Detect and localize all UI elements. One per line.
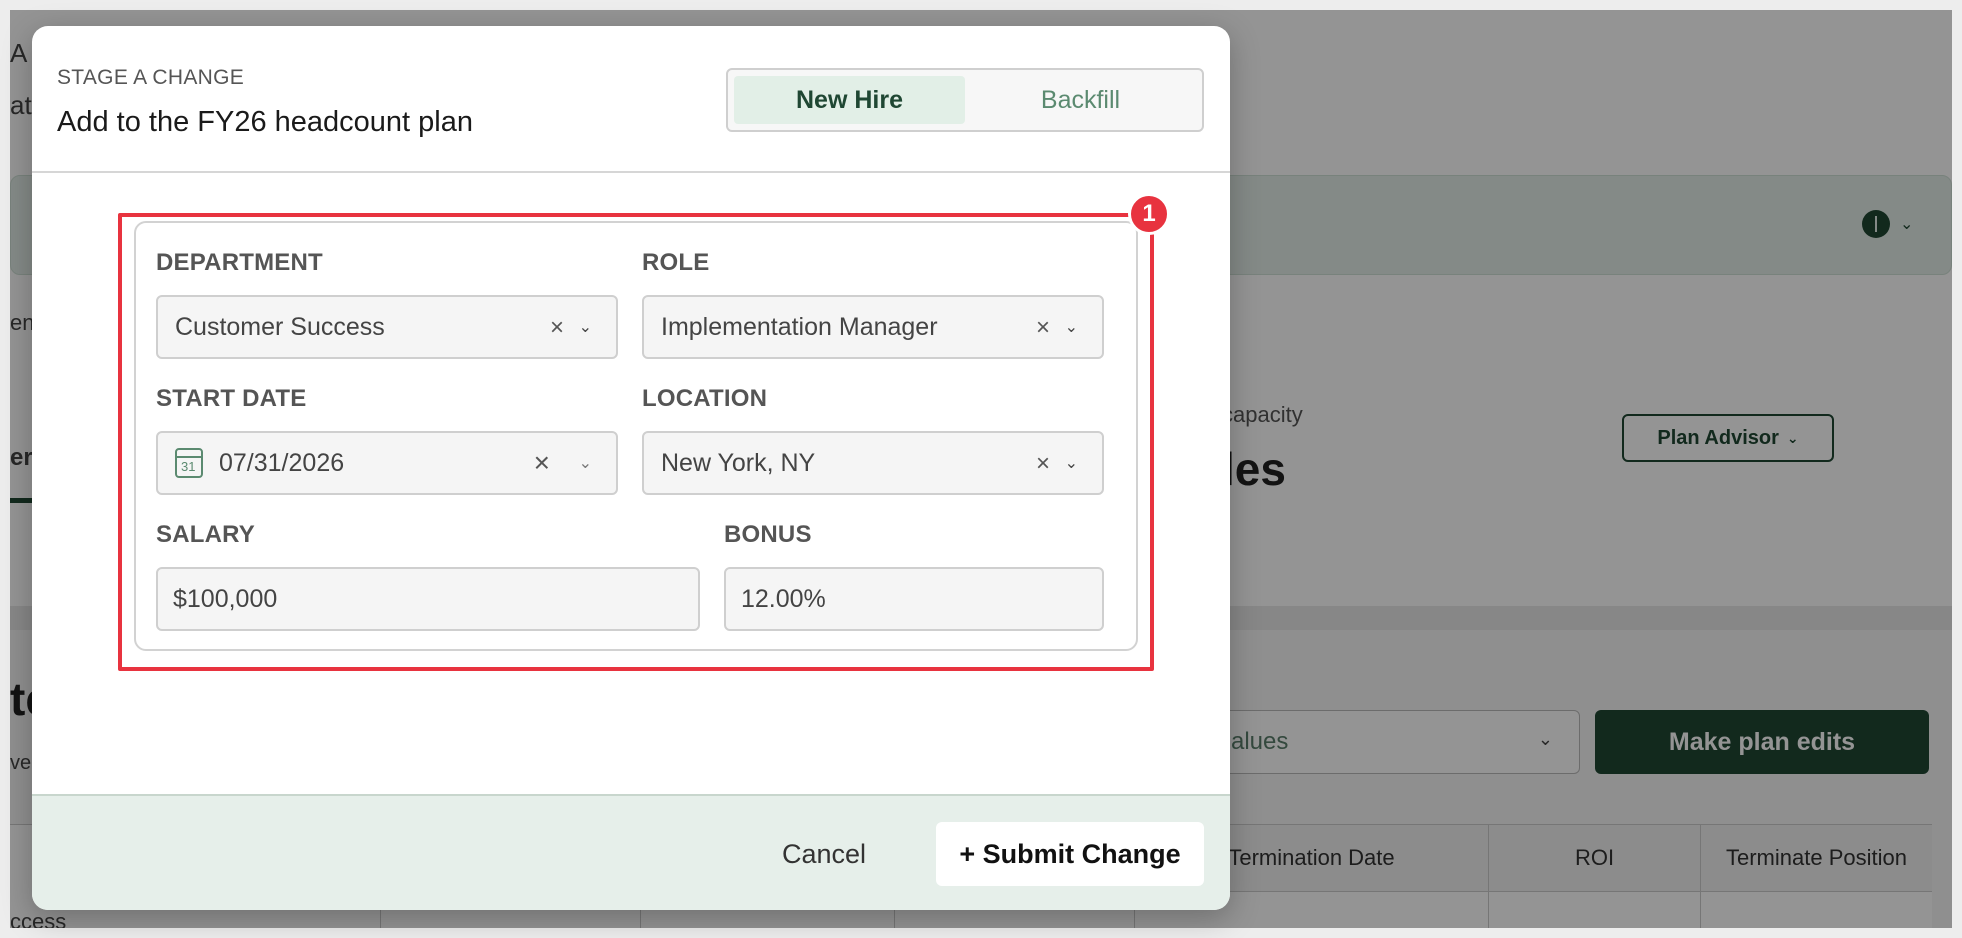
modal-title: Add to the FY26 headcount plan: [57, 106, 473, 138]
cancel-button[interactable]: Cancel: [764, 822, 884, 886]
stage-change-modal: STAGE A CHANGE Add to the FY26 headcount…: [32, 26, 1230, 910]
submit-change-button[interactable]: + Submit Change: [936, 822, 1204, 886]
modal-eyebrow: STAGE A CHANGE: [57, 66, 245, 89]
annotation-badge: 1: [1128, 193, 1170, 235]
modal-header: STAGE A CHANGE Add to the FY26 headcount…: [32, 26, 1230, 173]
hire-type-toggle: New Hire Backfill: [726, 68, 1204, 132]
toggle-new-hire[interactable]: New Hire: [734, 76, 965, 124]
toggle-backfill[interactable]: Backfill: [965, 76, 1196, 124]
modal-footer: Cancel + Submit Change: [32, 794, 1230, 910]
annotation-highlight: [118, 213, 1154, 671]
